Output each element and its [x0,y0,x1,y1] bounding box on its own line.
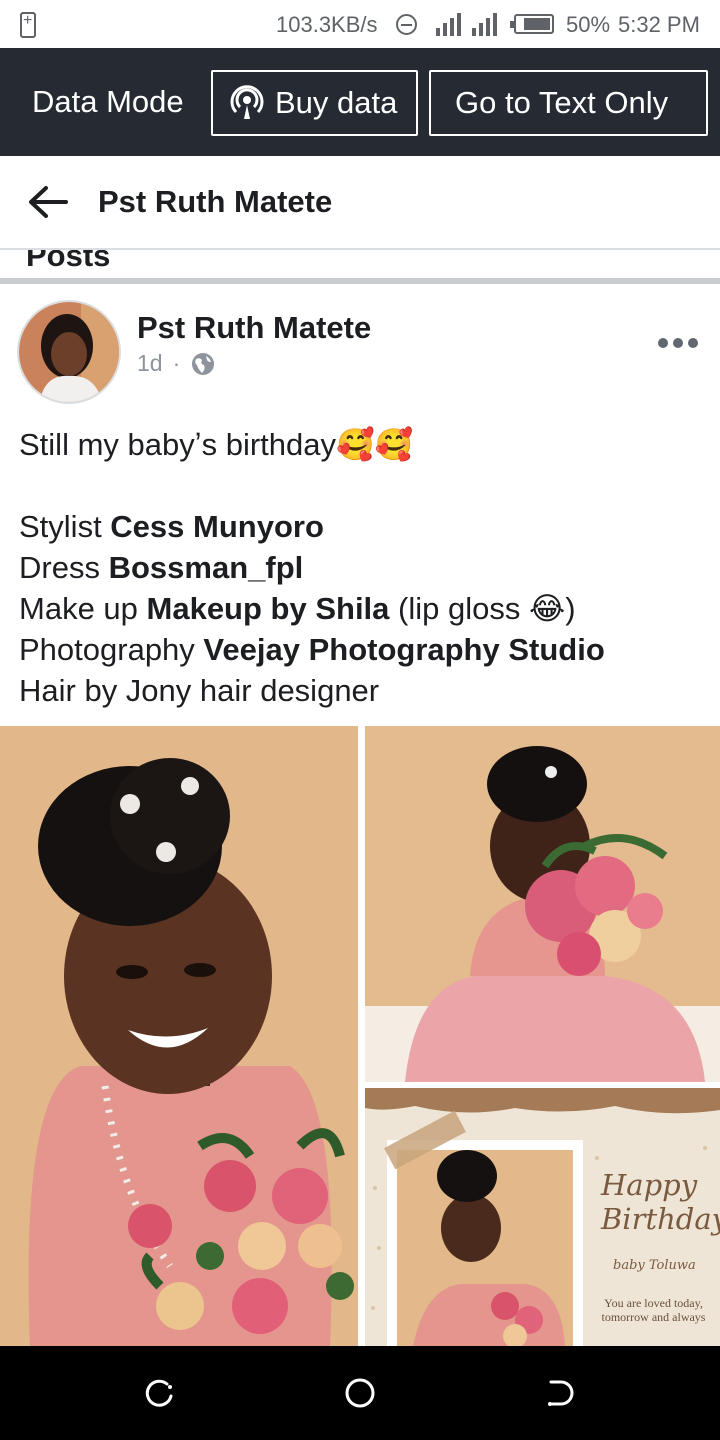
post-photo-2[interactable] [365,726,720,1082]
battery-saver-icon [20,12,36,38]
post-line: Dress Bossman_fpl [19,550,304,585]
tagged-photography[interactable]: Veejay Photography Studio [203,632,604,667]
section-divider [0,278,720,284]
meta-separator: · [172,350,181,376]
network-speed: 103.3KB/s [276,12,378,37]
post-line: Still my babyʼs birthday🥰🥰 [19,427,414,462]
text-only-label: Go to Text Only [455,85,669,120]
broadcast-icon [230,85,264,119]
page-title: Pst Ruth Matete [98,184,333,219]
more-options-icon[interactable] [658,338,698,350]
home-icon[interactable] [343,1376,377,1410]
signal-strength-icon [436,10,461,36]
avatar-photo [19,302,119,402]
post-meta: 1d · [137,350,216,377]
globe-icon [192,352,215,375]
system-nav-bar [0,1346,720,1440]
posts-section-header: Posts [0,250,720,278]
post-line: Stylist Cess Munyoro [19,509,324,544]
child-with-flowers-image [365,726,720,1082]
page-header: Pst Ruth Matete [0,156,720,250]
back-icon[interactable] [543,1376,577,1410]
signal-strength-icon [472,10,497,36]
data-mode-bar: Data Mode Buy data Go to Text Only [0,48,720,156]
child-portrait-image [0,726,358,1346]
post-line: Make up Makeup by Shila (lip gloss 😂) [19,591,576,626]
post-line: Photography Veejay Photography Studio [19,632,605,667]
post-body: Still my babyʼs birthday🥰🥰 Stylist Cess … [19,424,709,711]
buy-data-button[interactable]: Buy data [211,70,418,136]
avatar[interactable] [17,300,121,404]
tagged-dress[interactable]: Bossman_fpl [109,550,304,585]
data-mode-label: Data Mode [32,84,184,119]
posts-section-label: Posts [26,250,111,273]
post-photo-3[interactable]: Happy Birthday baby Toluwa You are loved… [365,1088,720,1346]
card-name: baby Toluwa [613,1258,696,1273]
clock: 5:32 PM [618,12,700,37]
post-photo-main[interactable] [0,726,358,1346]
card-message: You are loved today, tomorrow and always [601,1296,706,1324]
post-time[interactable]: 1d [137,350,163,377]
recent-apps-icon[interactable] [143,1376,177,1410]
text-only-button[interactable]: Go to Text Only [429,70,708,136]
battery-percent: 50% [566,12,611,37]
buy-data-label: Buy data [275,85,398,120]
post-line: Hair by Jony hair designer [19,673,380,708]
back-arrow-icon[interactable] [26,182,70,222]
battery-icon [510,14,554,34]
tagged-stylist[interactable]: Cess Munyoro [110,509,324,544]
post-author[interactable]: Pst Ruth Matete [137,310,371,346]
do-not-disturb-icon [396,14,417,35]
card-heading: Happy Birthday [601,1168,720,1236]
tagged-makeup[interactable]: Makeup by Shila [147,591,390,626]
status-bar: 103.3KB/s 50% 5:32 PM [0,0,720,48]
